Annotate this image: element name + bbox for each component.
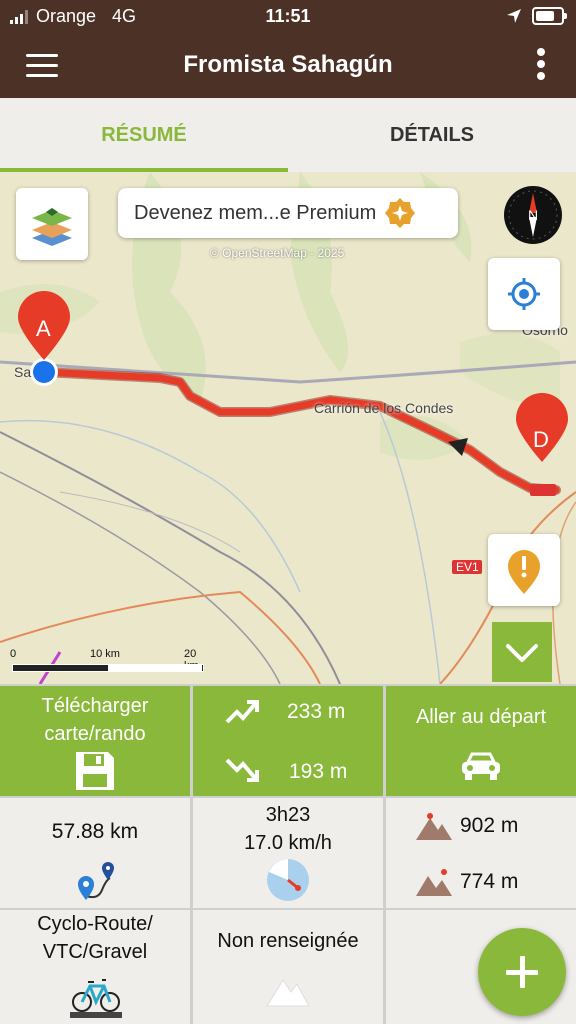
compass-icon[interactable]: N [503, 185, 563, 245]
star-badge-icon [385, 198, 416, 228]
duration-value: 3h23 [265, 804, 311, 826]
tab-resume[interactable]: RÉSUMÉ [0, 98, 288, 172]
end-marker-label: D [533, 427, 549, 452]
duration-cell: 3h23 17.0 km/h [193, 798, 383, 908]
mountain-outline-icon [266, 979, 310, 1007]
activity-line2: VTC/Gravel [42, 941, 148, 963]
town-label-mid: Carrión de los Condes [314, 400, 454, 416]
plus-icon [506, 956, 538, 988]
difficulty-cell: Non renseignée [193, 910, 383, 1024]
distance-value: 57.88 km [51, 820, 139, 843]
scale-zero: 0 [10, 648, 17, 660]
go-to-start-label: Aller au départ [415, 706, 547, 728]
road-label-ev1: EV1 [456, 560, 479, 574]
location-arrow-icon [507, 9, 521, 23]
tab-bar: RÉSUMÉ DÉTAILS [0, 98, 576, 172]
route-map[interactable]: A D Sa Carrión de los Condes Osorno EV1 … [0, 172, 576, 684]
chevron-down-icon [506, 644, 538, 662]
alert-pin-icon [508, 550, 540, 594]
app-bar: Fromista Sahagún [0, 36, 576, 98]
save-disk-icon [76, 752, 114, 790]
layers-icon [32, 208, 72, 246]
route-pins-icon [78, 862, 114, 900]
min-altitude-value: 774 m [460, 870, 519, 893]
more-vertical-icon[interactable] [536, 48, 546, 84]
collapse-map-button[interactable] [492, 622, 552, 682]
status-bar: Orange 4G 11:51 [0, 0, 576, 36]
max-altitude-value: 902 m [460, 814, 519, 837]
map-scale: 0 10 km 20 km [10, 646, 210, 676]
download-label-line1: Télécharger [41, 695, 149, 717]
speed-dial-icon [267, 859, 309, 901]
elevation-gain-cell: 233 m 193 m [193, 686, 383, 796]
premium-text: Devenez mem...e Premium [134, 201, 377, 224]
bike-icon [70, 979, 122, 1018]
difficulty-value: Non renseignée [217, 930, 359, 952]
car-icon [462, 752, 500, 780]
download-label-line2: carte/rando [44, 723, 146, 745]
go-to-start-button[interactable]: Aller au départ [386, 686, 576, 796]
trend-up-icon [225, 700, 259, 724]
scale-mid: 10 km [90, 648, 120, 660]
report-alert-button[interactable] [488, 534, 560, 606]
page-title: Fromista Sahagún [183, 51, 393, 78]
ascent-value: 233 m [287, 700, 346, 723]
distance-cell: 57.88 km [0, 798, 190, 908]
battery-icon [532, 7, 567, 25]
scale-bar [12, 664, 204, 672]
map-attribution: © OpenStreetMap - 2025 [210, 246, 345, 260]
compass-letter: N [528, 207, 538, 223]
activity-cell: Cyclo-Route/ VTC/Gravel [0, 910, 190, 1024]
mountain-min-icon [416, 869, 452, 896]
tab-details[interactable]: DÉTAILS [288, 98, 576, 172]
premium-banner[interactable]: Devenez mem...e Premium [118, 188, 458, 238]
descent-value: 193 m [289, 760, 348, 783]
download-map-button[interactable]: Télécharger carte/rando [0, 686, 190, 796]
town-label-left: Sa [14, 364, 32, 380]
clock: 11:51 [265, 6, 311, 26]
start-marker-label: A [36, 316, 51, 341]
activity-line1: Cyclo-Route/ [37, 913, 153, 935]
locate-me-button[interactable] [488, 258, 560, 330]
trend-down-icon [225, 758, 259, 782]
add-fab-button[interactable] [478, 928, 566, 1016]
altitude-cell: 902 m 774 m [386, 798, 576, 908]
speed-value: 17.0 km/h [244, 832, 332, 854]
mountain-max-icon [416, 813, 452, 840]
crosshair-icon [508, 278, 540, 310]
map-layers-button[interactable] [16, 188, 88, 260]
